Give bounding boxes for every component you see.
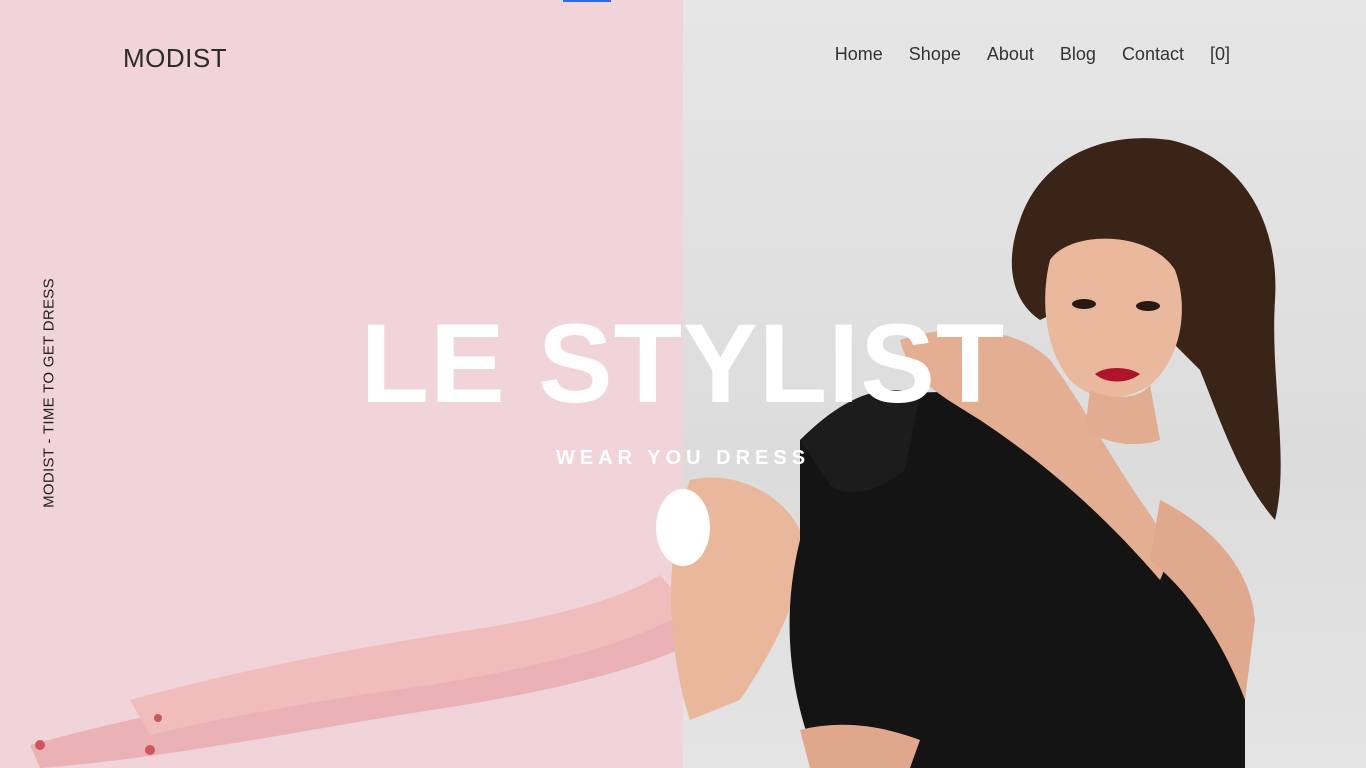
nav-item-blog[interactable]: Blog <box>1060 42 1096 66</box>
nav-item-contact[interactable]: Contact <box>1122 42 1184 66</box>
nav-item-about[interactable]: About <box>987 42 1034 66</box>
nav-item-cart[interactable]: [0] <box>1210 42 1230 66</box>
hero-play-button[interactable] <box>656 489 710 566</box>
hero-subtitle: WEAR YOU DRESS <box>555 447 811 469</box>
top-progress-indicator <box>563 0 611 2</box>
hero-title: LE STYLIST <box>360 301 1006 426</box>
nav-item-shope[interactable]: Shope <box>909 42 961 66</box>
site-logo[interactable]: MODIST <box>123 43 227 74</box>
nav-item-home[interactable]: Home <box>835 42 883 66</box>
main-nav: Home Shope About Blog Contact [0] <box>835 42 1230 66</box>
